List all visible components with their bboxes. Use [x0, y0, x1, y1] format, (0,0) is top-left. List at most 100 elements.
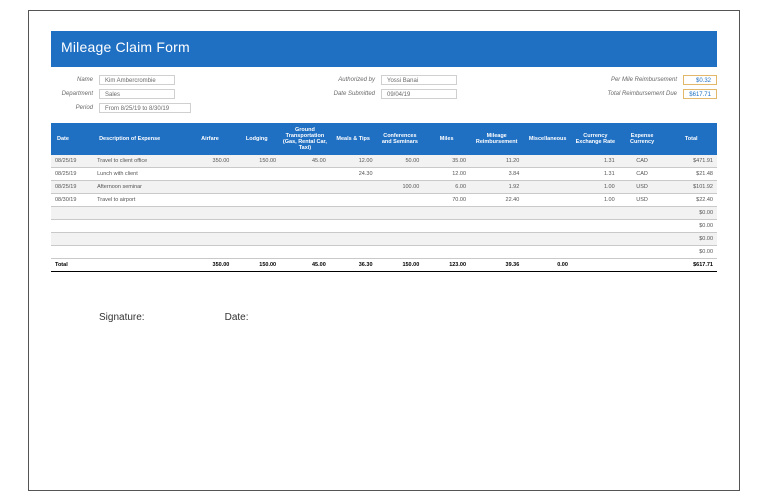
cell-ground	[280, 168, 330, 181]
cell-rate	[572, 246, 619, 259]
table-row: 08/25/19Travel to client office350.00150…	[51, 155, 717, 168]
cell-conf	[377, 194, 424, 207]
cell-desc: Afternoon seminar	[93, 181, 187, 194]
table-row-total: Total350.00150.0045.0036.30150.00123.003…	[51, 259, 717, 272]
total-mileage: 39.36	[470, 259, 523, 272]
cell-desc: Lunch with client	[93, 168, 187, 181]
table-row: 08/30/19Travel to airport70.0022.401.00U…	[51, 194, 717, 207]
cell-mileage: 3.84	[470, 168, 523, 181]
cell-lodging	[233, 194, 280, 207]
cell-mileage: 11.20	[470, 155, 523, 168]
department-value: Sales	[99, 89, 175, 99]
cell-ground	[280, 181, 330, 194]
cell-meals: 24.30	[330, 168, 377, 181]
cell-rate	[572, 207, 619, 220]
cell-date	[51, 220, 93, 233]
th-meals: Meals & Tips	[330, 123, 377, 155]
cell-date	[51, 246, 93, 259]
th-mileage: Mileage Reimbursement	[470, 123, 523, 155]
total-misc: 0.00	[523, 259, 572, 272]
cell-airfare	[187, 181, 234, 194]
cell-misc	[523, 155, 572, 168]
cell-ground	[280, 246, 330, 259]
expense-table: Date Description of Expense Airfare Lodg…	[51, 123, 717, 272]
cell-misc	[523, 168, 572, 181]
total-due-value: $617.71	[683, 89, 717, 99]
cell-lodging	[233, 233, 280, 246]
th-total: Total	[665, 123, 717, 155]
cell-desc	[93, 233, 187, 246]
name-value: Kim Ambercrombie	[99, 75, 175, 85]
per-mile-value: $0.32	[683, 75, 717, 85]
per-mile-label: Per Mile Reimbursement	[585, 77, 677, 83]
cell-total: $0.00	[665, 207, 717, 220]
signature-label: Signature:	[99, 312, 145, 323]
cell-misc	[523, 207, 572, 220]
cell-mileage	[470, 233, 523, 246]
cell-rate: 1.31	[572, 168, 619, 181]
cell-ground: 45.00	[280, 155, 330, 168]
department-label: Department	[51, 91, 93, 97]
th-conf: Conferences and Seminars	[377, 123, 424, 155]
table-row-empty: $0.00	[51, 207, 717, 220]
th-lodging: Lodging	[233, 123, 280, 155]
cell-curr: CAD	[619, 168, 666, 181]
cell-conf: 100.00	[377, 181, 424, 194]
cell-ground	[280, 233, 330, 246]
total-meals: 36.30	[330, 259, 377, 272]
cell-misc	[523, 246, 572, 259]
total-desc	[93, 259, 187, 272]
cell-rate: 1.00	[572, 194, 619, 207]
cell-ground	[280, 207, 330, 220]
total-conf: 150.00	[377, 259, 424, 272]
th-date: Date	[51, 123, 93, 155]
cell-conf	[377, 168, 424, 181]
cell-misc	[523, 220, 572, 233]
cell-conf	[377, 233, 424, 246]
period-label: Period	[51, 105, 93, 111]
cell-lodging: 150.00	[233, 155, 280, 168]
cell-curr: CAD	[619, 155, 666, 168]
date-submitted-value: 09/04/19	[381, 89, 457, 99]
cell-total: $0.00	[665, 233, 717, 246]
th-rate: Currency Exchange Rate	[572, 123, 619, 155]
cell-airfare	[187, 233, 234, 246]
total-lodging: 150.00	[233, 259, 280, 272]
cell-meals	[330, 181, 377, 194]
cell-airfare	[187, 220, 234, 233]
cell-curr: USD	[619, 181, 666, 194]
cell-date: 08/25/19	[51, 155, 93, 168]
cell-airfare	[187, 207, 234, 220]
th-ground: Ground Transportation (Gas, Rental Car, …	[280, 123, 330, 155]
cell-meals	[330, 246, 377, 259]
table-row-empty: $0.00	[51, 220, 717, 233]
cell-date	[51, 233, 93, 246]
cell-miles	[423, 220, 470, 233]
date-submitted-label: Date Submitted	[319, 91, 375, 97]
cell-desc: Travel to client office	[93, 155, 187, 168]
cell-total: $22.40	[665, 194, 717, 207]
cell-miles	[423, 246, 470, 259]
table-row-empty: $0.00	[51, 233, 717, 246]
cell-curr	[619, 233, 666, 246]
th-misc: Miscellaneous	[523, 123, 572, 155]
cell-meals	[330, 233, 377, 246]
date-label: Date:	[225, 312, 249, 323]
cell-misc	[523, 194, 572, 207]
table-row-empty: $0.00	[51, 246, 717, 259]
cell-date	[51, 207, 93, 220]
cell-miles	[423, 207, 470, 220]
authorized-value: Yossi Banai	[381, 75, 457, 85]
cell-airfare	[187, 194, 234, 207]
cell-curr	[619, 207, 666, 220]
cell-mileage	[470, 246, 523, 259]
cell-total: $471.91	[665, 155, 717, 168]
cell-curr: USD	[619, 194, 666, 207]
cell-desc	[93, 207, 187, 220]
page: Mileage Claim Form Name Kim Ambercrombie…	[28, 10, 740, 491]
cell-meals: 12.00	[330, 155, 377, 168]
cell-lodging	[233, 246, 280, 259]
cell-desc: Travel to airport	[93, 194, 187, 207]
th-airfare: Airfare	[187, 123, 234, 155]
cell-total: $101.92	[665, 181, 717, 194]
